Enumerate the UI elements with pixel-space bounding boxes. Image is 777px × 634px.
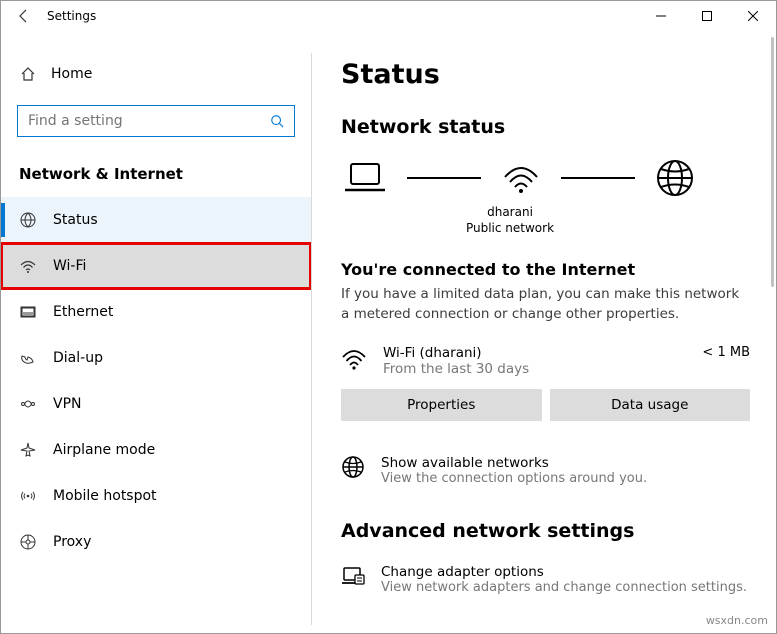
titlebar: Settings bbox=[1, 1, 776, 31]
adapter-icon bbox=[341, 564, 365, 588]
maximize-button[interactable] bbox=[684, 1, 730, 31]
proxy-icon bbox=[19, 533, 37, 551]
nav-item-status[interactable]: Status bbox=[1, 197, 311, 243]
minimize-button[interactable] bbox=[638, 1, 684, 31]
wifi-diagram-icon bbox=[501, 161, 541, 195]
nav-item-dialup[interactable]: Dial-up bbox=[1, 335, 311, 381]
home-label: Home bbox=[51, 66, 92, 82]
scrollbar[interactable] bbox=[771, 37, 774, 287]
search-icon bbox=[268, 112, 286, 130]
network-sub: From the last 30 days bbox=[383, 361, 529, 377]
maximize-icon bbox=[702, 11, 712, 21]
status-icon bbox=[19, 211, 37, 229]
network-status-heading: Network status bbox=[341, 116, 750, 138]
page-title: Status bbox=[341, 59, 750, 90]
nav-item-vpn[interactable]: VPN bbox=[1, 381, 311, 427]
show-networks-title: Show available networks bbox=[381, 455, 647, 471]
network-entry: Wi-Fi (dharani) From the last 30 days < … bbox=[341, 345, 750, 377]
nav-item-proxy[interactable]: Proxy bbox=[1, 519, 311, 565]
connected-subtext: If you have a limited data plan, you can… bbox=[341, 285, 750, 324]
airplane-icon bbox=[19, 441, 37, 459]
nav-list: Status Wi-Fi Ethernet bbox=[1, 197, 311, 565]
globe-small-icon bbox=[341, 455, 365, 479]
search-box[interactable] bbox=[17, 105, 295, 137]
nav-label: Ethernet bbox=[53, 304, 113, 320]
search-input[interactable] bbox=[26, 112, 268, 130]
connected-heading: You're connected to the Internet bbox=[341, 260, 750, 279]
diagram-wifi-sub: Public network bbox=[455, 220, 565, 236]
network-name: Wi-Fi (dharani) bbox=[383, 345, 529, 361]
hotspot-icon bbox=[19, 487, 37, 505]
show-networks-row[interactable]: Show available networks View the connect… bbox=[341, 455, 750, 486]
data-usage-button[interactable]: Data usage bbox=[550, 389, 751, 421]
nav-item-ethernet[interactable]: Ethernet bbox=[1, 289, 311, 335]
show-networks-sub: View the connection options around you. bbox=[381, 471, 647, 486]
diagram-wifi-name: dharani bbox=[455, 204, 565, 220]
minimize-icon bbox=[656, 11, 666, 21]
nav-label: Wi-Fi bbox=[53, 258, 86, 274]
window-title: Settings bbox=[47, 9, 96, 23]
arrow-left-icon bbox=[16, 8, 32, 24]
nav-label: Mobile hotspot bbox=[53, 488, 157, 504]
nav-label: Status bbox=[53, 212, 98, 228]
watermark: wsxdn.com bbox=[706, 614, 768, 627]
close-button[interactable] bbox=[730, 1, 776, 31]
nav-item-hotspot[interactable]: Mobile hotspot bbox=[1, 473, 311, 519]
network-usage: < 1 MB bbox=[702, 345, 750, 360]
vpn-icon bbox=[19, 395, 37, 413]
diagram-connector bbox=[407, 177, 481, 179]
back-button[interactable] bbox=[1, 8, 47, 24]
globe-icon bbox=[655, 158, 695, 198]
nav-item-wifi[interactable]: Wi-Fi bbox=[1, 243, 311, 289]
nav-label: Proxy bbox=[53, 534, 91, 550]
ethernet-icon bbox=[19, 303, 37, 321]
sidebar: Home Network & Internet Status bbox=[1, 31, 311, 633]
properties-button[interactable]: Properties bbox=[341, 389, 542, 421]
nav-item-airplane[interactable]: Airplane mode bbox=[1, 427, 311, 473]
settings-window: Settings Home N bbox=[0, 0, 777, 634]
close-icon bbox=[748, 11, 758, 21]
diagram-connector bbox=[561, 177, 635, 179]
adapter-options-row[interactable]: Change adapter options View network adap… bbox=[341, 564, 750, 595]
advanced-heading: Advanced network settings bbox=[341, 520, 750, 542]
section-heading: Network & Internet bbox=[1, 137, 311, 197]
adapter-title: Change adapter options bbox=[381, 564, 747, 580]
network-diagram bbox=[341, 152, 750, 200]
adapter-sub: View network adapters and change connect… bbox=[381, 580, 747, 595]
wifi-icon bbox=[19, 257, 37, 275]
home-link[interactable]: Home bbox=[1, 57, 311, 91]
laptop-icon bbox=[343, 160, 387, 196]
wifi-icon bbox=[341, 347, 367, 371]
nav-label: Dial-up bbox=[53, 350, 103, 366]
home-icon bbox=[19, 65, 37, 83]
nav-label: VPN bbox=[53, 396, 82, 412]
dialup-icon bbox=[19, 349, 37, 367]
nav-label: Airplane mode bbox=[53, 442, 155, 458]
content-pane: Status Network status dharani bbox=[311, 31, 776, 633]
